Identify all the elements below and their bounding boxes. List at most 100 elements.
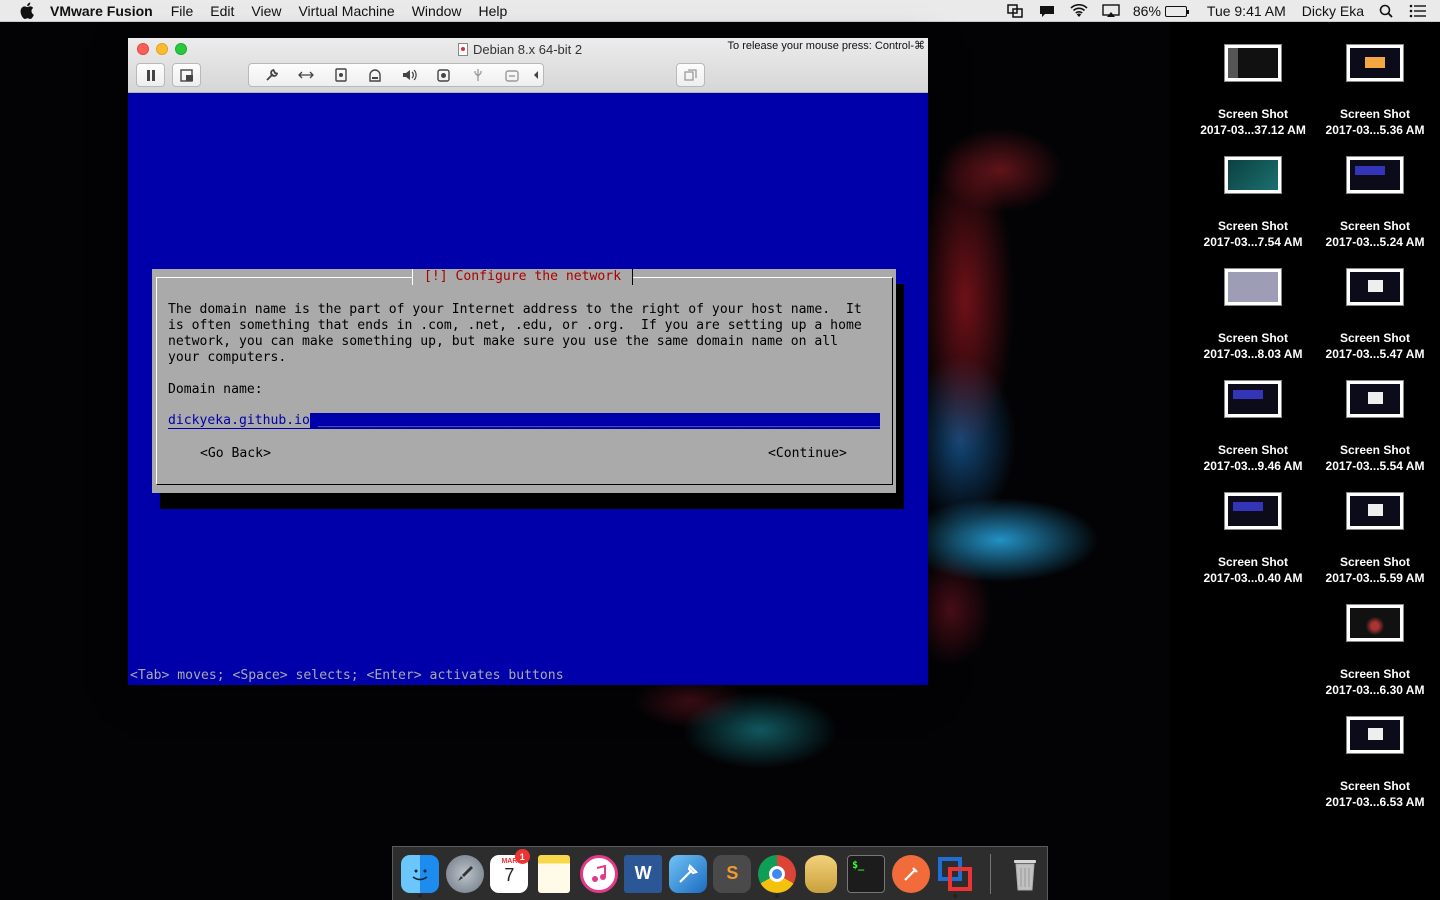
window-titlebar[interactable]: Debian 8.x 64-bit 2 To release your mous…: [128, 38, 928, 93]
vm-document-icon: [458, 43, 468, 56]
installer-dialog: [!] Configure the network The domain nam…: [152, 269, 896, 493]
sharing-icon[interactable]: [495, 64, 529, 86]
menu-virtual-machine[interactable]: Virtual Machine: [298, 3, 394, 19]
dock-terminal[interactable]: $_: [844, 851, 889, 896]
screenshot-thumbnail: [1224, 268, 1282, 306]
dock-postman[interactable]: [888, 851, 933, 896]
database-icon: [805, 854, 838, 893]
desktop-file-icon[interactable]: Screen Shot 2017-03...7.54 AM: [1193, 150, 1313, 250]
calendar-day: 7: [504, 864, 515, 885]
network-icon[interactable]: [289, 64, 323, 86]
notification-bubble-icon[interactable]: [1037, 3, 1057, 19]
word-icon: W: [624, 854, 663, 893]
user-name[interactable]: Dicky Eka: [1302, 3, 1364, 19]
printer-icon[interactable]: [358, 64, 392, 86]
screenshot-thumbnail: [1224, 156, 1282, 194]
dock-xcode[interactable]: [665, 851, 710, 896]
file-label: Screen Shot 2017-03...7.54 AM: [1203, 219, 1303, 249]
menu-edit[interactable]: Edit: [210, 3, 234, 19]
zoom-button[interactable]: [175, 43, 187, 55]
dock-word[interactable]: W: [621, 851, 666, 896]
desktop-file-icon[interactable]: Screen Shot 2017-03...0.40 AM: [1193, 486, 1313, 586]
desktop-file-icon[interactable]: Screen Shot 2017-03...5.24 AM: [1315, 150, 1435, 250]
settings-wrench-icon[interactable]: [255, 64, 289, 86]
desktop-file-icon[interactable]: Screen Shot 2017-03...5.59 AM: [1315, 486, 1435, 586]
domain-name-input[interactable]: dickyeka.github.io _____________________…: [168, 413, 880, 429]
dock-launchpad[interactable]: [443, 851, 488, 896]
sublime-letter: S: [726, 863, 739, 883]
clock[interactable]: Tue 9:41 AM: [1207, 3, 1286, 19]
running-indicator: [774, 894, 779, 898]
screenshot-thumbnail: [1346, 492, 1404, 530]
vmware-status-icon[interactable]: [1005, 3, 1025, 19]
menu-file[interactable]: File: [171, 3, 194, 19]
spotlight-search-icon[interactable]: [1376, 3, 1396, 19]
desktop-file-icon[interactable]: Screen Shot 2017-03...37.12 AM: [1193, 38, 1313, 138]
desktop-file-icon[interactable]: Screen Shot 2017-03...9.46 AM: [1193, 374, 1313, 474]
snapshot-button[interactable]: [172, 63, 201, 87]
vmware-window: Debian 8.x 64-bit 2 To release your mous…: [128, 38, 928, 685]
menu-view[interactable]: View: [251, 3, 281, 19]
screenshot-thumbnail: [1224, 492, 1282, 530]
file-label: Screen Shot 2017-03...5.36 AM: [1325, 107, 1425, 137]
desktop-file-icon[interactable]: Screen Shot 2017-03...5.47 AM: [1315, 262, 1435, 362]
wifi-icon[interactable]: [1069, 3, 1089, 19]
desktop-file-icon[interactable]: Screen Shot 2017-03...6.53 AM: [1315, 710, 1435, 810]
pause-icon: [146, 69, 155, 81]
desktop-file-icon[interactable]: Screen Shot 2017-03...6.30 AM: [1315, 598, 1435, 698]
menu-bar: VMware Fusion File Edit View Virtual Mac…: [0, 0, 1440, 22]
release-mouse-hint: To release your mouse press: Control-⌘: [727, 40, 925, 52]
dock-vmware-fusion[interactable]: [933, 851, 978, 898]
camera-icon[interactable]: [426, 64, 460, 86]
unity-view-button[interactable]: [676, 63, 705, 87]
screenshot-thumbnail: [1346, 716, 1404, 754]
screenshot-thumbnail: [1346, 44, 1404, 82]
chrome-icon: [757, 854, 796, 893]
dock-finder[interactable]: [398, 851, 443, 898]
file-label: Screen Shot 2017-03...6.53 AM: [1325, 779, 1425, 809]
file-label: Screen Shot 2017-03...0.40 AM: [1203, 555, 1303, 585]
usb-icon[interactable]: [461, 64, 495, 86]
go-back-button[interactable]: <Go Back>: [200, 446, 271, 462]
disk-icon[interactable]: [324, 64, 358, 86]
running-indicator: [953, 894, 958, 898]
dock-itunes[interactable]: [576, 851, 621, 896]
calendar-badge: 1: [514, 849, 530, 864]
desktop-file-icon[interactable]: Screen Shot 2017-03...5.36 AM: [1315, 38, 1435, 138]
vm-console-screen[interactable]: [!] Configure the network The domain nam…: [128, 93, 928, 685]
sound-icon[interactable]: [392, 64, 426, 86]
close-button[interactable]: [137, 43, 149, 55]
screenshot-thumbnail: [1224, 380, 1282, 418]
terminal-icon: $_: [847, 854, 886, 893]
dock-calendar[interactable]: MAR 7 1: [487, 849, 532, 896]
battery-icon: [1164, 5, 1189, 17]
dialog-description: The domain name is the part of your Inte…: [168, 302, 862, 365]
airplay-icon[interactable]: [1101, 3, 1121, 19]
apple-menu-icon[interactable]: [20, 2, 36, 19]
continue-button[interactable]: <Continue>: [768, 446, 847, 462]
window-title-text: Debian 8.x 64-bit 2: [473, 42, 583, 57]
file-label: Screen Shot 2017-03...8.03 AM: [1203, 331, 1303, 361]
minimize-button[interactable]: [156, 43, 168, 55]
dock-trash[interactable]: [1003, 851, 1048, 896]
dock-chrome[interactable]: [755, 851, 800, 898]
dock: MAR 7 1 W S $_: [392, 846, 1048, 900]
dock-notes[interactable]: [532, 851, 577, 896]
menu-window[interactable]: Window: [412, 3, 462, 19]
dock-sublime-text[interactable]: S: [710, 851, 755, 896]
desktop-file-icon[interactable]: Screen Shot 2017-03...5.54 AM: [1315, 374, 1435, 474]
menu-app-name[interactable]: VMware Fusion: [50, 3, 153, 19]
file-label: Screen Shot 2017-03...5.47 AM: [1325, 331, 1425, 361]
file-label: Screen Shot 2017-03...5.24 AM: [1325, 219, 1425, 249]
file-label: Screen Shot 2017-03...5.59 AM: [1325, 555, 1425, 585]
word-letter: W: [634, 863, 652, 883]
file-label: Screen Shot 2017-03...9.46 AM: [1203, 443, 1303, 473]
battery-indicator[interactable]: 86%: [1133, 3, 1189, 19]
menu-help[interactable]: Help: [479, 3, 508, 19]
keyboard-hint: <Tab> moves; <Space> selects; <Enter> ac…: [130, 668, 564, 683]
notification-center-icon[interactable]: [1408, 3, 1428, 19]
collapse-arrow-icon[interactable]: [529, 64, 543, 86]
desktop-file-icon[interactable]: Screen Shot 2017-03...8.03 AM: [1193, 262, 1313, 362]
dock-sequel-pro[interactable]: [799, 851, 844, 896]
pause-button[interactable]: [136, 63, 165, 87]
